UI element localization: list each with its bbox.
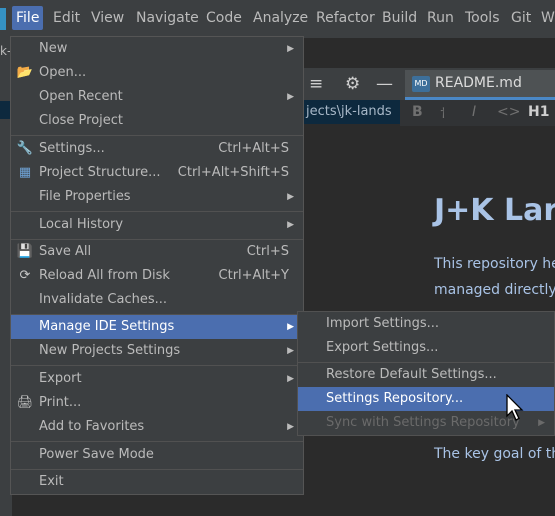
- submenu-arrow-icon: ▶: [287, 192, 294, 202]
- save-icon: 💾: [16, 244, 34, 259]
- app-icon: [0, 8, 6, 30]
- menu-item-new[interactable]: New ▶: [11, 37, 303, 61]
- menu-edit[interactable]: Edit: [53, 10, 80, 26]
- menu-file[interactable]: File: [12, 6, 44, 30]
- menu-item-label: Import Settings...: [326, 316, 439, 331]
- submenu-arrow-icon: ▶: [287, 346, 294, 356]
- submenu-arrow-icon: ▶: [287, 322, 294, 332]
- menu-item-manage-ide-settings[interactable]: Manage IDE Settings ▶: [11, 315, 303, 339]
- menu-refactor[interactable]: Refactor: [316, 10, 375, 26]
- menu-item-reload-all[interactable]: ⟳ Reload All from Disk Ctrl+Alt+Y: [11, 264, 303, 288]
- menu-item-export-settings[interactable]: Export Settings...: [298, 336, 554, 360]
- preview-line-3: The key goal of th: [434, 446, 555, 462]
- wrench-icon: 🔧: [16, 141, 34, 156]
- markdown-file-icon: MD: [412, 76, 430, 92]
- menu-item-label: Power Save Mode: [39, 447, 154, 462]
- menu-run[interactable]: Run: [427, 10, 454, 26]
- menu-item-label: New: [39, 41, 68, 56]
- menu-item-file-properties[interactable]: File Properties ▶: [11, 185, 303, 209]
- submenu-arrow-icon: ▶: [287, 374, 294, 384]
- collapse-all-icon[interactable]: ≡: [309, 74, 323, 94]
- menu-tools[interactable]: Tools: [465, 10, 500, 26]
- minimize-icon[interactable]: —: [376, 74, 393, 94]
- menu-item-label: Export Settings...: [326, 340, 439, 355]
- menu-item-new-projects-settings[interactable]: New Projects Settings ▶: [11, 339, 303, 363]
- menu-item-add-to-favorites[interactable]: Add to Favorites ▶: [11, 415, 303, 439]
- menu-item-label: Open Recent: [39, 89, 123, 104]
- menu-item-label: New Projects Settings: [39, 343, 181, 358]
- menu-item-shortcut: Ctrl+Alt+Shift+S: [177, 165, 289, 180]
- bold-icon[interactable]: B: [412, 104, 423, 120]
- menu-item-label: Open...: [39, 65, 87, 80]
- menu-item-close-project[interactable]: Close Project: [11, 109, 303, 133]
- menu-item-settings[interactable]: 🔧 Settings... Ctrl+Alt+S: [11, 137, 303, 161]
- menu-item-invalidate-caches[interactable]: Invalidate Caches...: [11, 288, 303, 312]
- file-menu: New ▶ 📂 Open... Open Recent ▶ Close Proj…: [10, 36, 304, 495]
- submenu-arrow-icon: ▶: [287, 44, 294, 54]
- menu-item-label: Settings...: [39, 141, 105, 156]
- menu-item-open[interactable]: 📂 Open...: [11, 61, 303, 85]
- menu-separator: [11, 365, 303, 366]
- menu-separator: [11, 441, 303, 442]
- preview-line-1: This repository he: [434, 256, 555, 272]
- menu-item-shortcut: Ctrl+S: [246, 244, 289, 259]
- menu-item-import-settings[interactable]: Import Settings...: [298, 312, 554, 336]
- submenu-arrow-icon: ▶: [287, 92, 294, 102]
- preview-line-2: managed directly: [434, 282, 555, 298]
- menu-item-power-save-mode[interactable]: Power Save Mode: [11, 443, 303, 467]
- folder-icon: 📂: [16, 65, 34, 80]
- heading-icon[interactable]: H1: [528, 104, 549, 120]
- menu-item-label: Restore Default Settings...: [326, 367, 497, 382]
- code-icon[interactable]: <>: [497, 104, 520, 120]
- menu-item-export[interactable]: Export ▶: [11, 367, 303, 391]
- menu-build[interactable]: Build: [382, 10, 417, 26]
- strikethrough-icon[interactable]: ⸶: [440, 104, 446, 123]
- submenu-arrow-icon: ▶: [287, 422, 294, 432]
- menu-item-print[interactable]: 🖨 Print...: [11, 391, 303, 415]
- reload-icon: ⟳: [19, 268, 31, 283]
- submenu-arrow-icon: ▶: [287, 220, 294, 230]
- project-structure-icon: ▦: [18, 165, 32, 180]
- menu-item-label: File Properties: [39, 189, 131, 204]
- tab-label: README.md: [435, 75, 522, 91]
- menu-item-shortcut: Ctrl+Alt+S: [218, 141, 289, 156]
- menu-separator: [11, 211, 303, 212]
- menu-item-label: Exit: [39, 474, 64, 489]
- preview-title: J+K Lar: [434, 193, 555, 228]
- menu-window[interactable]: W: [541, 10, 555, 26]
- menu-item-label: Print...: [39, 395, 82, 410]
- gear-icon[interactable]: ⚙: [345, 74, 360, 94]
- menu-item-label: Save All: [39, 244, 92, 259]
- menu-item-shortcut: Ctrl+Alt+Y: [218, 268, 289, 283]
- menu-item-local-history[interactable]: Local History ▶: [11, 213, 303, 237]
- menu-item-label: Add to Favorites: [39, 419, 145, 434]
- menu-navigate[interactable]: Navigate: [136, 10, 199, 26]
- menu-analyze[interactable]: Analyze: [253, 10, 308, 26]
- menu-bar: File Edit View Navigate Code Analyze Ref…: [0, 0, 555, 38]
- menu-item-project-structure[interactable]: ▦ Project Structure... Ctrl+Alt+Shift+S: [11, 161, 303, 185]
- menu-git[interactable]: Git: [511, 10, 531, 26]
- menu-item-label: Close Project: [39, 113, 124, 128]
- menu-view[interactable]: View: [91, 10, 124, 26]
- italic-icon[interactable]: I: [472, 104, 476, 120]
- menu-item-restore-default-settings[interactable]: Restore Default Settings...: [298, 363, 554, 387]
- menu-item-label: Reload All from Disk: [39, 268, 170, 283]
- menu-item-label: Settings Repository...: [326, 391, 464, 406]
- print-icon: 🖨: [16, 395, 34, 410]
- menu-item-label: Project Structure...: [39, 165, 161, 180]
- menu-item-label: Sync with Settings Repository: [326, 415, 520, 430]
- menu-item-label: Manage IDE Settings: [39, 319, 175, 334]
- menu-item-label: Local History: [39, 217, 124, 232]
- tab-readme[interactable]: MD README.md: [405, 70, 555, 100]
- menu-item-label: Invalidate Caches...: [39, 292, 168, 307]
- menu-code[interactable]: Code: [206, 10, 242, 26]
- mouse-cursor-icon: [506, 394, 524, 421]
- menu-separator: [11, 135, 303, 136]
- menu-item-save-all[interactable]: 💾 Save All Ctrl+S: [11, 240, 303, 264]
- menu-item-label: Export: [39, 371, 82, 386]
- project-path-breadcrumb: jects\jk-lands: [300, 100, 400, 124]
- menu-item-open-recent[interactable]: Open Recent ▶: [11, 85, 303, 109]
- menu-item-exit[interactable]: Exit: [11, 470, 303, 494]
- submenu-arrow-icon: ▶: [538, 418, 545, 428]
